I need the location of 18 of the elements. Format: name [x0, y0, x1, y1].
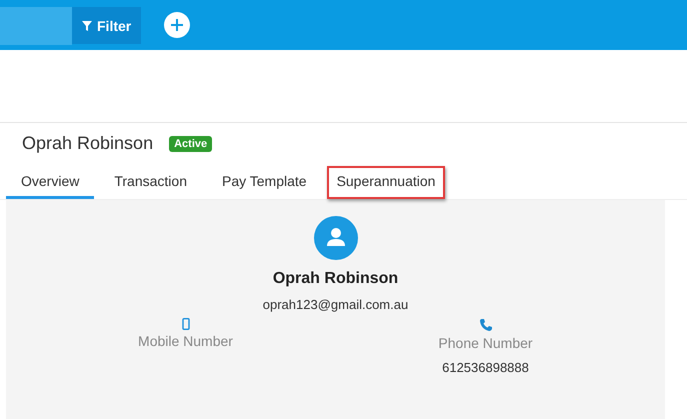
mobile-phone-icon — [182, 318, 190, 330]
add-button[interactable] — [164, 12, 190, 38]
contact-label: Phone Number — [438, 335, 533, 351]
filter-button[interactable]: Filter — [72, 7, 142, 44]
email-address: oprah123@gmail.com.au — [262, 297, 408, 312]
phone-icon — [478, 318, 492, 332]
status-badge: Active — [169, 136, 212, 152]
funnel-icon — [82, 20, 92, 30]
tab[interactable]: Pay Template — [206, 166, 322, 199]
employee-name: Oprah Robinson — [22, 133, 154, 154]
tab[interactable]: Transaction — [99, 166, 202, 199]
contact-value: 612536898888 — [442, 360, 529, 375]
user-avatar-icon — [314, 216, 358, 260]
toolbar-segment — [0, 7, 72, 45]
contact-label: Mobile Number — [138, 333, 233, 349]
profile-name: Oprah Robinson — [272, 270, 398, 288]
tab[interactable]: Superannuation — [326, 166, 446, 199]
plus-icon — [171, 19, 184, 31]
